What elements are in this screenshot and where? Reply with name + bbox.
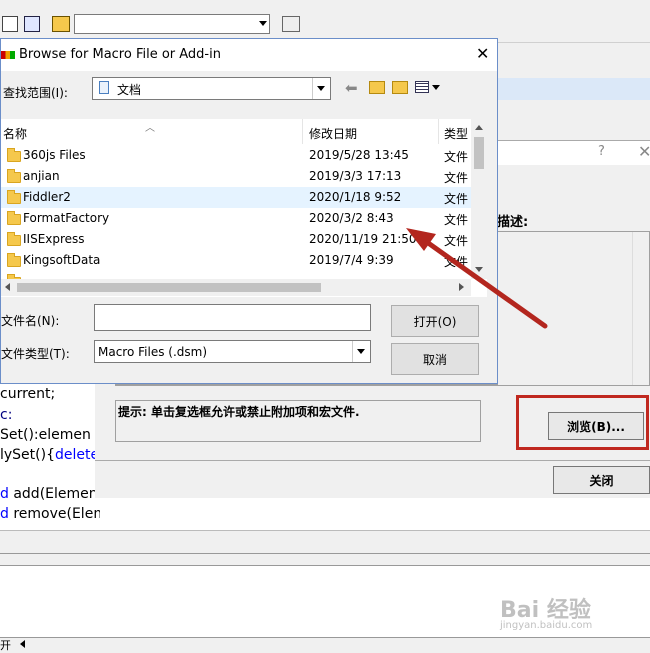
watermark-url: jingyan.baidu.com [500,620,593,631]
arrow-shaft [421,237,548,329]
watermark: Bai 经验 jingyan.baidu.com [498,592,648,632]
annotation-arrow [406,228,548,329]
